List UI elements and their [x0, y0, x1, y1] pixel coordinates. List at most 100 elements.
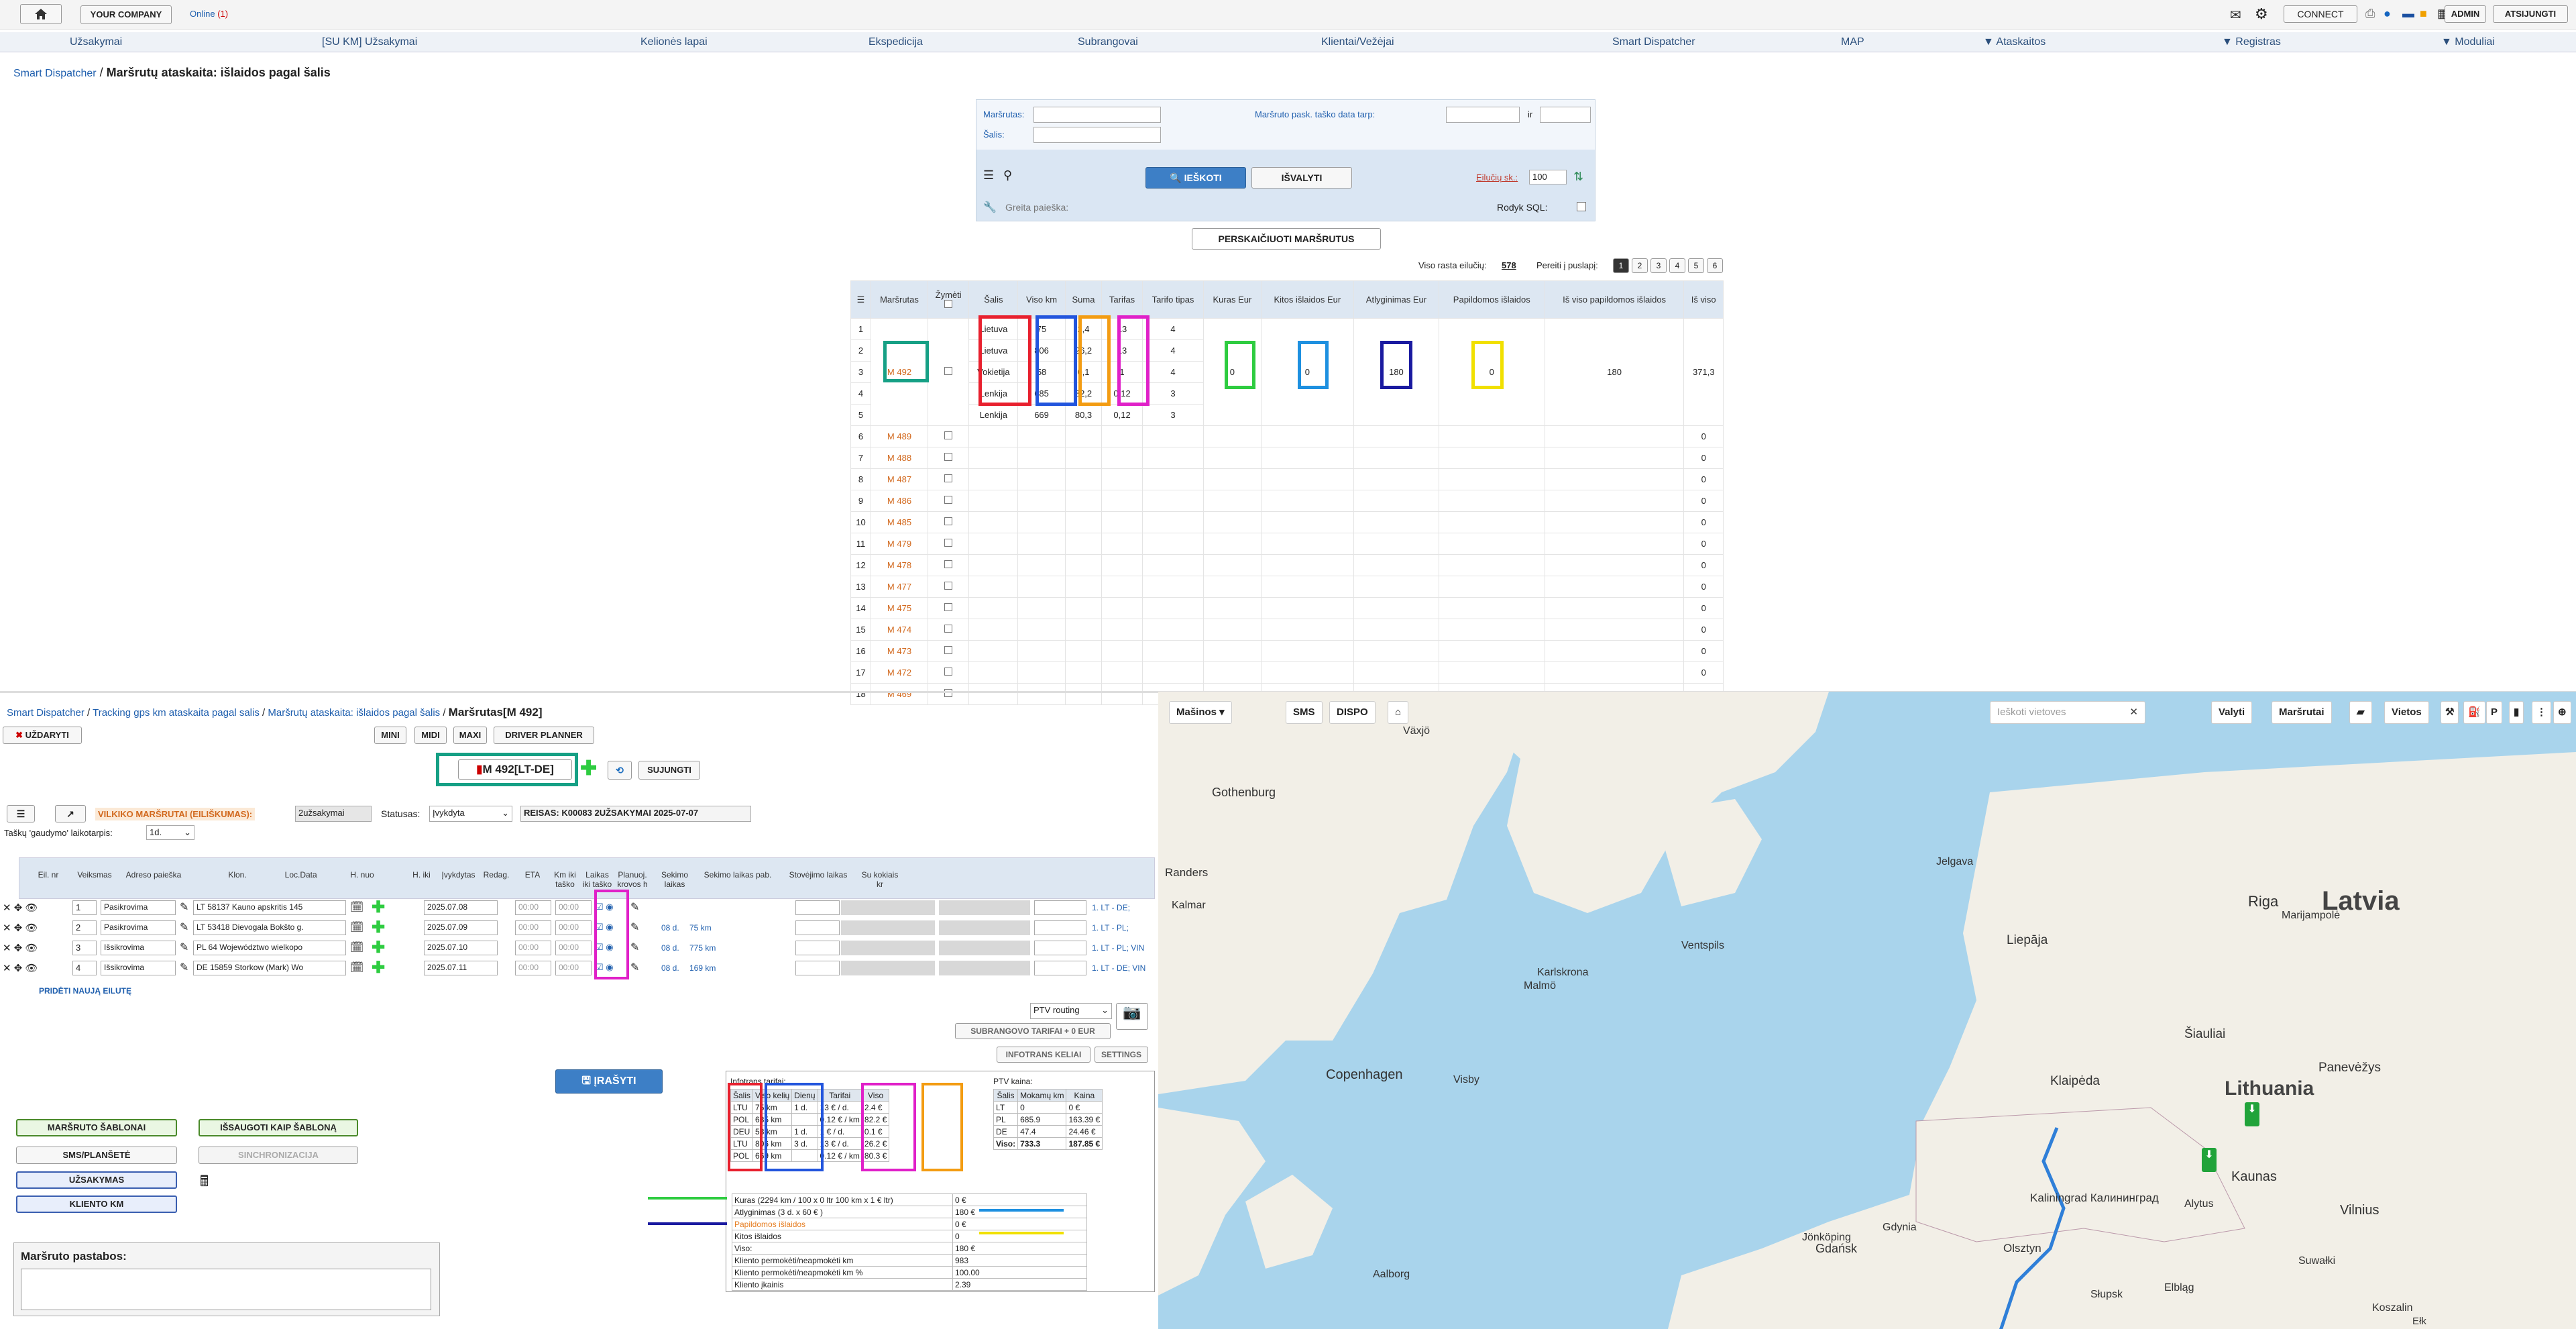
stop-action-select[interactable]: Pasikrovima	[101, 900, 176, 915]
map-search-input[interactable]: Ieškoti vietoves ✕	[1990, 701, 2145, 724]
stop-row[interactable]: ✕ ✥ 👁 3 Išsikrovima ✎ PL 64 Województwo wiel…	[3, 939, 1155, 958]
join-button[interactable]: SUJUNGTI	[638, 761, 700, 780]
table-row[interactable]: 8M 487 0	[850, 468, 1724, 490]
clone-stop-icon[interactable]: ✚	[372, 958, 385, 977]
chart-icon[interactable]: ↗	[55, 805, 86, 822]
stop-row[interactable]: ✕ ✥ 👁 1 Pasikrovima ✎ LT 58137 Kauno apskrit…	[3, 898, 1155, 918]
edit-pencil-icon[interactable]: ✎	[180, 900, 188, 914]
add-row-link[interactable]: PRIDĖTI NAUJĄ EILUTĘ	[39, 986, 131, 996]
nav-modules[interactable]: ▼ Moduliai	[2441, 36, 2495, 48]
nav-orders[interactable]: Užsakymai	[70, 36, 122, 48]
stop-hour-from-input[interactable]: 00:00	[515, 941, 551, 955]
chat-icon[interactable]: ▬	[2402, 7, 2414, 21]
page-button[interactable]: 3	[1650, 258, 1667, 273]
row-select-cell[interactable]	[928, 533, 970, 555]
edit-icon[interactable]: ✎	[630, 941, 639, 954]
rows-input[interactable]: 100	[1529, 170, 1567, 184]
stop-address-input[interactable]: LT 58137 Kauno apskritis 145	[193, 900, 346, 915]
stop-planned-hours-input[interactable]	[795, 941, 840, 955]
stop-number-input[interactable]: 1	[72, 900, 97, 915]
crumb-report[interactable]: Maršrutų ataskaita: išlaidos pagal šalis	[268, 707, 440, 719]
row-select-cell[interactable]	[928, 447, 970, 469]
row-checkbox[interactable]	[944, 582, 953, 590]
stop-hour-from-input[interactable]: 00:00	[515, 961, 551, 975]
map-wrench-icon[interactable]: ⚒	[2441, 701, 2459, 724]
page-button[interactable]: 6	[1707, 258, 1723, 273]
nav-waybills[interactable]: Kelionės lapai	[640, 36, 708, 48]
column-header[interactable]: Kitos išlaidos Eur	[1260, 280, 1355, 319]
remove-stop-icon[interactable]: ✕ ✥ 👁	[3, 942, 38, 954]
map-home-icon[interactable]: ⌂	[1388, 701, 1409, 724]
stop-address-input[interactable]: DE 15859 Storkow (Mark) Wo	[193, 961, 346, 975]
save-template-button[interactable]: IŠSAUGOTI KAIP ŠABLONĄ	[199, 1119, 358, 1136]
column-header[interactable]: ☰	[850, 280, 871, 319]
nav-registry[interactable]: ▼ Registras	[2222, 36, 2281, 48]
home-button[interactable]	[20, 4, 62, 24]
country-filter-input[interactable]	[1033, 127, 1161, 143]
row-checkbox[interactable]	[944, 431, 953, 439]
row-select-cell[interactable]	[928, 318, 970, 426]
stop-hour-to-input[interactable]: 00:00	[555, 900, 592, 915]
row-select-cell[interactable]	[928, 425, 970, 447]
route-link[interactable]: M 469	[870, 683, 929, 705]
menu-icon[interactable]: ☰	[857, 295, 865, 305]
sms-tablet-button[interactable]: SMS/PLANŠETĖ	[16, 1147, 177, 1164]
clone-stop-icon[interactable]: ✚	[372, 898, 385, 917]
select-all-checkbox[interactable]	[944, 299, 953, 308]
column-header[interactable]: Atlyginimas Eur	[1353, 280, 1439, 319]
sync-button[interactable]: SINCHRONIZACIJA	[199, 1147, 358, 1164]
row-checkbox[interactable]	[944, 496, 953, 504]
list-icon[interactable]: ☰	[983, 168, 994, 182]
cloud-icon[interactable]: ●	[2384, 7, 2391, 21]
stop-hour-to-input[interactable]: 00:00	[555, 941, 592, 955]
calendar-icon[interactable]: 🗓	[350, 900, 363, 914]
calculator-icon[interactable]: 🖩	[200, 1170, 209, 1195]
clear-button[interactable]: IŠVALYTI	[1251, 167, 1352, 189]
subcontractor-rates-button[interactable]: SUBRANGOVO TARIFAI + 0 EUR	[955, 1023, 1111, 1039]
row-select-cell[interactable]	[928, 468, 970, 490]
stop-number-input[interactable]: 2	[72, 920, 97, 935]
stop-planned-hours-input[interactable]	[795, 920, 840, 935]
table-row[interactable]: 13 M 477 0	[850, 576, 1724, 598]
table-row[interactable]: 15 M 474 0	[850, 619, 1724, 641]
column-header[interactable]: Šalis	[968, 280, 1019, 319]
nav-smart-dispatcher[interactable]: Smart Dispatcher	[1612, 36, 1695, 48]
stop-action-select[interactable]: Išsikrovima	[101, 941, 176, 955]
stop-action-select[interactable]: Pasikrovima	[101, 920, 176, 935]
close-button[interactable]: ✖ UŽDARYTI	[3, 727, 82, 744]
row-checkbox[interactable]	[944, 539, 953, 547]
stop-date-input[interactable]: 2025.07.11	[424, 961, 498, 975]
edit-pencil-icon[interactable]: ✎	[180, 941, 188, 954]
page-button[interactable]: 4	[1669, 258, 1685, 273]
edit-pencil-icon[interactable]: ✎	[180, 961, 188, 974]
route-link[interactable]: M 472	[870, 661, 929, 684]
route-link[interactable]: M 477	[870, 576, 929, 598]
table-row[interactable]: 6M 489 0	[850, 425, 1724, 447]
stop-planned-hours-input[interactable]	[795, 900, 840, 915]
admin-button[interactable]: ADMIN	[2445, 5, 2486, 23]
route-link[interactable]: M 486	[870, 490, 929, 512]
stop-hour-from-input[interactable]: 00:00	[515, 920, 551, 935]
stop-row[interactable]: ✕ ✥ 👁 2 Pasikrovima ✎ LT 53418 Dievogala Bok…	[3, 918, 1155, 938]
date-from-input[interactable]	[1446, 107, 1520, 123]
row-select-cell[interactable]	[928, 490, 970, 512]
column-header[interactable]: Kuras Eur	[1203, 280, 1262, 319]
row-select-cell[interactable]	[928, 597, 970, 619]
map-places-button[interactable]: Vietos	[2384, 701, 2429, 724]
map-weight-icon[interactable]: ▮	[2509, 701, 2524, 724]
stop-wait-input[interactable]	[1034, 900, 1086, 915]
stop-hour-to-input[interactable]: 00:00	[555, 920, 592, 935]
sort-icon[interactable]: ⇅	[1573, 170, 1583, 184]
client-km-button[interactable]: KLIENTO KM	[16, 1195, 177, 1213]
stop-address-input[interactable]: PL 64 Województwo wielkopo	[193, 941, 346, 955]
truck-routes-value[interactable]: 2užsakymai	[295, 806, 372, 822]
mail-icon[interactable]: ✉	[2230, 7, 2241, 23]
map-view[interactable]: Mašinos ▾ SMS DISPO ⌂ Ieškoti vietoves ✕ …	[1158, 692, 2576, 1329]
row-select-cell[interactable]	[928, 661, 970, 684]
table-row[interactable]: 17 M 472 0	[850, 661, 1724, 684]
row-checkbox[interactable]	[944, 367, 953, 375]
table-row[interactable]: 14 M 475 0	[850, 597, 1724, 619]
gps-period-select[interactable]: 1d. ⌄	[146, 825, 194, 840]
settings-button[interactable]: SETTINGS	[1095, 1047, 1148, 1063]
route-link[interactable]: M 474	[870, 619, 929, 641]
